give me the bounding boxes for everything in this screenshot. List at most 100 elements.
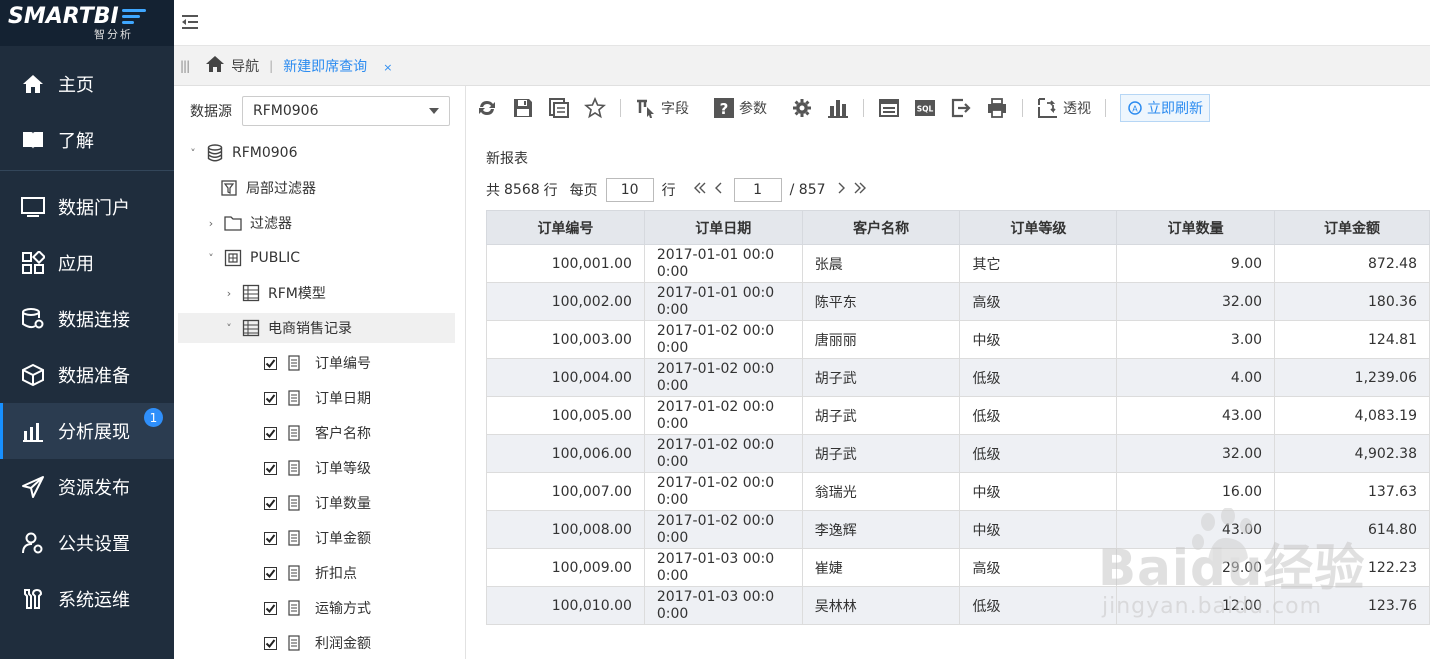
cell-quantity[interactable]: 9.00 bbox=[1116, 244, 1276, 283]
tab-close-icon[interactable]: × bbox=[383, 61, 392, 74]
cell-amount[interactable]: 137.63 bbox=[1274, 472, 1430, 511]
chart-button[interactable] bbox=[827, 93, 849, 123]
cell-customer[interactable]: 陈平东 bbox=[801, 282, 961, 321]
cell-order-id[interactable]: 100,008.00 bbox=[486, 510, 645, 549]
cell-level[interactable]: 低级 bbox=[959, 586, 1118, 625]
sidebar-item-publish[interactable]: 资源发布 bbox=[0, 459, 174, 515]
cell-quantity[interactable]: 12.00 bbox=[1116, 586, 1276, 625]
sidebar-item-analysis[interactable]: 分析展现 1 bbox=[0, 403, 174, 459]
tree-node-schema[interactable]: ˅ PUBLIC bbox=[204, 243, 300, 273]
column-header[interactable]: 订单编号 bbox=[486, 210, 645, 245]
params-button[interactable]: ? 参数 bbox=[713, 93, 767, 123]
cell-level[interactable]: 高级 bbox=[959, 282, 1118, 321]
cell-order-id[interactable]: 100,004.00 bbox=[486, 358, 645, 397]
cell-level[interactable]: 低级 bbox=[959, 396, 1118, 435]
cell-order-date[interactable]: 2017-01-03 00:0 0:00 bbox=[643, 586, 803, 625]
cell-order-id[interactable]: 100,001.00 bbox=[486, 244, 645, 283]
cell-quantity[interactable]: 3.00 bbox=[1116, 320, 1276, 359]
sidebar-item-ops[interactable]: 系统运维 bbox=[0, 571, 174, 627]
tree-node-local-filter[interactable]: 局部过滤器 bbox=[214, 173, 316, 203]
next-page-button[interactable] bbox=[837, 181, 847, 199]
cell-level[interactable]: 高级 bbox=[959, 548, 1118, 587]
column-header[interactable]: 客户名称 bbox=[801, 210, 961, 245]
checkbox-checked[interactable] bbox=[264, 601, 277, 615]
cell-quantity[interactable]: 32.00 bbox=[1116, 282, 1276, 321]
cell-order-id[interactable]: 100,009.00 bbox=[486, 548, 645, 587]
chevron-right-icon[interactable]: › bbox=[222, 287, 236, 300]
cell-order-date[interactable]: 2017-01-01 00:0 0:00 bbox=[643, 244, 803, 283]
cell-order-date[interactable]: 2017-01-03 00:0 0:00 bbox=[643, 548, 803, 587]
cell-order-id[interactable]: 100,007.00 bbox=[486, 472, 645, 511]
first-page-button[interactable] bbox=[693, 181, 707, 199]
tree-field[interactable]: 订单数量 bbox=[264, 488, 371, 518]
cell-order-date[interactable]: 2017-01-02 00:0 0:00 bbox=[643, 510, 803, 549]
cell-level[interactable]: 其它 bbox=[959, 244, 1118, 283]
checkbox-checked[interactable] bbox=[264, 566, 277, 580]
table-row[interactable]: 100,001.00 2017-01-01 00:0 0:00 张晨 其它 9.00 87… bbox=[486, 244, 1430, 283]
checkbox-checked[interactable] bbox=[264, 496, 277, 510]
table-row[interactable]: 100,007.00 2017-01-02 00:0 0:00 翁瑞光 中级 16.00… bbox=[486, 472, 1430, 511]
prev-page-button[interactable] bbox=[713, 181, 723, 199]
checkbox-checked[interactable] bbox=[264, 356, 277, 370]
cell-amount[interactable]: 122.23 bbox=[1274, 548, 1430, 587]
sidebar-item-apps[interactable]: 应用 bbox=[0, 235, 174, 291]
settings-button[interactable] bbox=[791, 93, 813, 123]
collapse-menu-icon[interactable] bbox=[180, 12, 200, 32]
cell-level[interactable]: 低级 bbox=[959, 358, 1118, 397]
cell-amount[interactable]: 4,902.38 bbox=[1274, 434, 1430, 473]
cell-order-date[interactable]: 2017-01-02 00:0 0:00 bbox=[643, 472, 803, 511]
checkbox-checked[interactable] bbox=[264, 461, 277, 475]
cell-amount[interactable]: 4,083.19 bbox=[1274, 396, 1430, 435]
checkbox-checked[interactable] bbox=[264, 636, 277, 650]
cell-quantity[interactable]: 29.00 bbox=[1116, 548, 1276, 587]
cell-level[interactable]: 中级 bbox=[959, 320, 1118, 359]
cell-customer[interactable]: 李逸辉 bbox=[801, 510, 961, 549]
chevron-down-icon[interactable]: ˅ bbox=[222, 322, 236, 335]
cell-customer[interactable]: 胡子武 bbox=[801, 434, 961, 473]
sidebar-item-learn[interactable]: 了解 bbox=[0, 112, 174, 168]
cell-customer[interactable]: 胡子武 bbox=[801, 358, 961, 397]
chevron-right-icon[interactable]: › bbox=[204, 217, 218, 230]
chevron-down-icon[interactable]: ˅ bbox=[186, 147, 200, 160]
cell-customer[interactable]: 胡子武 bbox=[801, 396, 961, 435]
table-row[interactable]: 100,008.00 2017-01-02 00:0 0:00 李逸辉 中级 43.00… bbox=[486, 510, 1430, 549]
sidebar-item-settings[interactable]: 公共设置 bbox=[0, 515, 174, 571]
cell-customer[interactable]: 吴林林 bbox=[801, 586, 961, 625]
pivot-button[interactable]: 透视 bbox=[1037, 93, 1091, 123]
column-header[interactable]: 订单日期 bbox=[643, 210, 803, 245]
table-row[interactable]: 100,006.00 2017-01-02 00:0 0:00 胡子武 低级 32.00… bbox=[486, 434, 1430, 473]
cell-level[interactable]: 低级 bbox=[959, 434, 1118, 473]
checkbox-checked[interactable] bbox=[264, 391, 277, 405]
cell-customer[interactable]: 唐丽丽 bbox=[801, 320, 961, 359]
layout-button[interactable] bbox=[878, 93, 900, 123]
cell-amount[interactable]: 124.81 bbox=[1274, 320, 1430, 359]
fields-button[interactable]: 字段 bbox=[635, 93, 689, 123]
datasource-select[interactable]: RFM0906 bbox=[242, 96, 450, 126]
tree-field[interactable]: 订单等级 bbox=[264, 453, 371, 483]
cell-customer[interactable]: 崔婕 bbox=[801, 548, 961, 587]
checkbox-checked[interactable] bbox=[264, 426, 277, 440]
cell-order-id[interactable]: 100,010.00 bbox=[486, 586, 645, 625]
save-as-button[interactable] bbox=[548, 93, 570, 123]
cell-amount[interactable]: 1,239.06 bbox=[1274, 358, 1430, 397]
sidebar-item-home[interactable]: 主页 bbox=[0, 56, 174, 112]
cell-order-id[interactable]: 100,003.00 bbox=[486, 320, 645, 359]
table-row[interactable]: 100,004.00 2017-01-02 00:0 0:00 胡子武 低级 4.00 1… bbox=[486, 358, 1430, 397]
table-row[interactable]: 100,005.00 2017-01-02 00:0 0:00 胡子武 低级 43.00… bbox=[486, 396, 1430, 435]
tree-field[interactable]: 订单编号 bbox=[264, 348, 371, 378]
cell-quantity[interactable]: 16.00 bbox=[1116, 472, 1276, 511]
save-button[interactable] bbox=[512, 93, 534, 123]
cell-order-date[interactable]: 2017-01-01 00:0 0:00 bbox=[643, 282, 803, 321]
chevron-down-icon[interactable]: ˅ bbox=[204, 252, 218, 265]
column-header[interactable]: 订单金额 bbox=[1274, 210, 1430, 245]
cell-order-date[interactable]: 2017-01-02 00:0 0:00 bbox=[643, 358, 803, 397]
cell-amount[interactable]: 872.48 bbox=[1274, 244, 1430, 283]
grip-icon[interactable]: ||| bbox=[180, 59, 190, 73]
tree-node-filter[interactable]: › 过滤器 bbox=[204, 208, 292, 238]
sql-button[interactable]: SQL bbox=[914, 93, 936, 123]
sidebar-item-data-prep[interactable]: 数据准备 bbox=[0, 347, 174, 403]
refresh-now-button[interactable]: A 立即刷新 bbox=[1120, 94, 1210, 122]
cell-amount[interactable]: 123.76 bbox=[1274, 586, 1430, 625]
cell-level[interactable]: 中级 bbox=[959, 510, 1118, 549]
cell-order-id[interactable]: 100,002.00 bbox=[486, 282, 645, 321]
